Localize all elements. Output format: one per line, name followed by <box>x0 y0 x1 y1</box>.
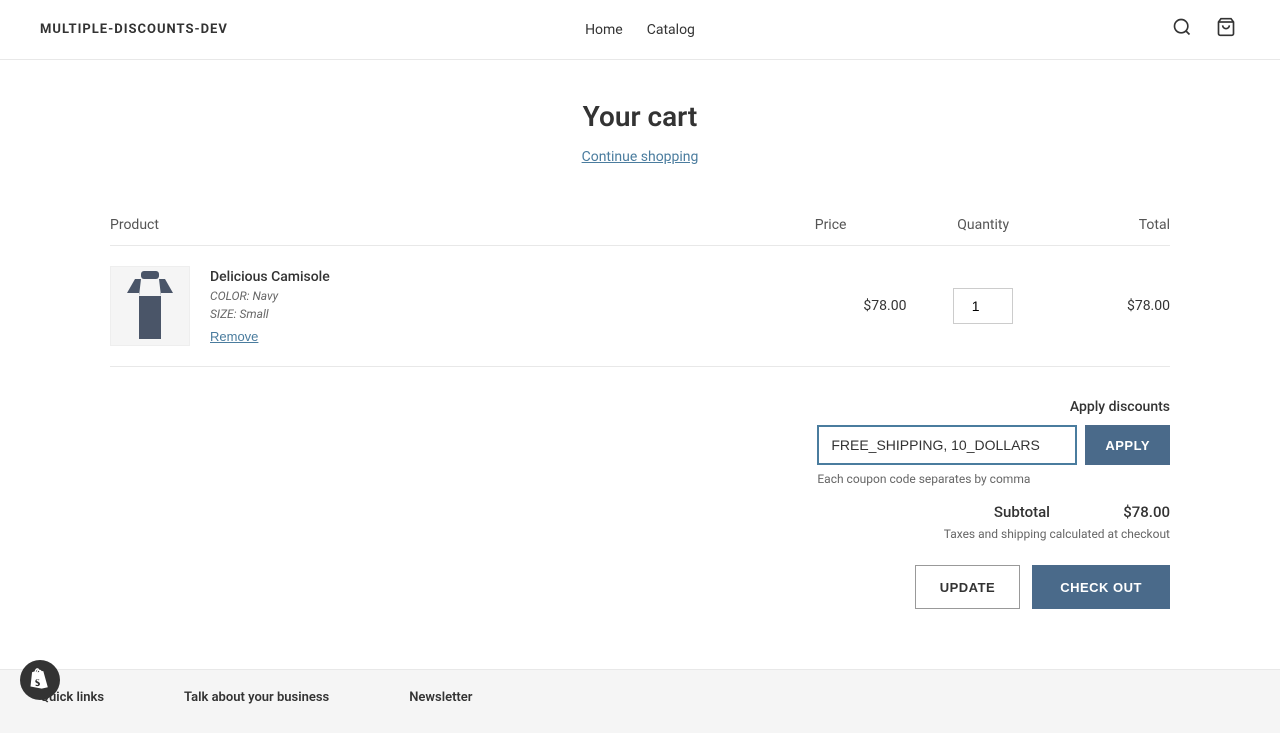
discount-input[interactable] <box>817 425 1077 465</box>
subtotal-section: Subtotal $78.00 Taxes and shipping calcu… <box>110 503 1170 541</box>
quantity-input[interactable] <box>953 288 1013 324</box>
product-color: COLOR: Navy <box>210 289 330 303</box>
product-thumbnail <box>125 271 175 341</box>
product-image <box>110 266 190 346</box>
product-col-inner: Delicious Camisole COLOR: Navy SIZE: Sma… <box>110 266 672 346</box>
tax-note: Taxes and shipping calculated at checkou… <box>944 527 1170 541</box>
apply-discounts-section: Apply discounts APPLY Each coupon code s… <box>817 399 1170 487</box>
site-logo: MULTIPLE-DISCOUNTS-DEV <box>40 22 228 37</box>
checkout-button[interactable]: CHECK OUT <box>1032 565 1170 609</box>
product-name: Delicious Camisole <box>210 269 330 285</box>
main-content: Your cart Continue shopping Product Pric… <box>90 60 1190 669</box>
cart-button[interactable] <box>1212 13 1240 46</box>
search-icon <box>1172 17 1192 37</box>
coupon-hint: Each coupon code separates by comma <box>817 472 1030 486</box>
header-icons <box>1168 13 1240 46</box>
update-button[interactable]: UPDATE <box>915 565 1020 609</box>
discount-row: APPLY <box>817 425 1170 465</box>
subtotal-label: Subtotal <box>994 503 1050 521</box>
site-header: MULTIPLE-DISCOUNTS-DEV Home Catalog <box>0 0 1280 60</box>
shopify-badge[interactable] <box>20 660 60 700</box>
quantity-cell <box>906 246 1059 367</box>
price-cell: $78.00 <box>672 246 907 367</box>
table-row: Delicious Camisole COLOR: Navy SIZE: Sma… <box>110 246 1170 367</box>
footer-col-business: Talk about your business <box>184 690 329 713</box>
nav-catalog[interactable]: Catalog <box>647 22 695 38</box>
total-cell: $78.00 <box>1060 246 1170 367</box>
remove-button[interactable]: Remove <box>210 329 330 344</box>
subtotal-row: Subtotal $78.00 <box>110 503 1170 521</box>
product-cell: Delicious Camisole COLOR: Navy SIZE: Sma… <box>110 246 672 367</box>
continue-shopping-link[interactable]: Continue shopping <box>582 149 699 165</box>
footer-col3-title: Newsletter <box>409 690 472 705</box>
nav-home[interactable]: Home <box>585 22 623 38</box>
col-header-price: Price <box>672 205 907 246</box>
col-header-quantity: Quantity <box>906 205 1059 246</box>
shopify-icon <box>28 668 52 692</box>
apply-discounts-label: Apply discounts <box>1070 399 1170 415</box>
cart-table-header: Product Price Quantity Total <box>110 205 1170 246</box>
main-nav: Home Catalog <box>585 22 695 38</box>
continue-shopping-section: Continue shopping <box>110 149 1170 165</box>
apply-button[interactable]: APPLY <box>1085 425 1170 465</box>
search-button[interactable] <box>1168 13 1196 46</box>
page-title: Your cart <box>110 100 1170 133</box>
product-info: Delicious Camisole COLOR: Navy SIZE: Sma… <box>210 269 330 344</box>
product-size: SIZE: Small <box>210 307 330 321</box>
action-buttons: UPDATE CHECK OUT <box>915 565 1170 609</box>
footer-col-newsletter: Newsletter <box>409 690 472 713</box>
site-footer: Quick links Talk about your business New… <box>0 669 1280 733</box>
cart-table: Product Price Quantity Total <box>110 205 1170 367</box>
footer-col2-title: Talk about your business <box>184 690 329 705</box>
cart-footer: Apply discounts APPLY Each coupon code s… <box>110 399 1170 609</box>
col-header-total: Total <box>1060 205 1170 246</box>
col-header-product: Product <box>110 205 672 246</box>
subtotal-value: $78.00 <box>1090 503 1170 521</box>
cart-icon <box>1216 17 1236 37</box>
